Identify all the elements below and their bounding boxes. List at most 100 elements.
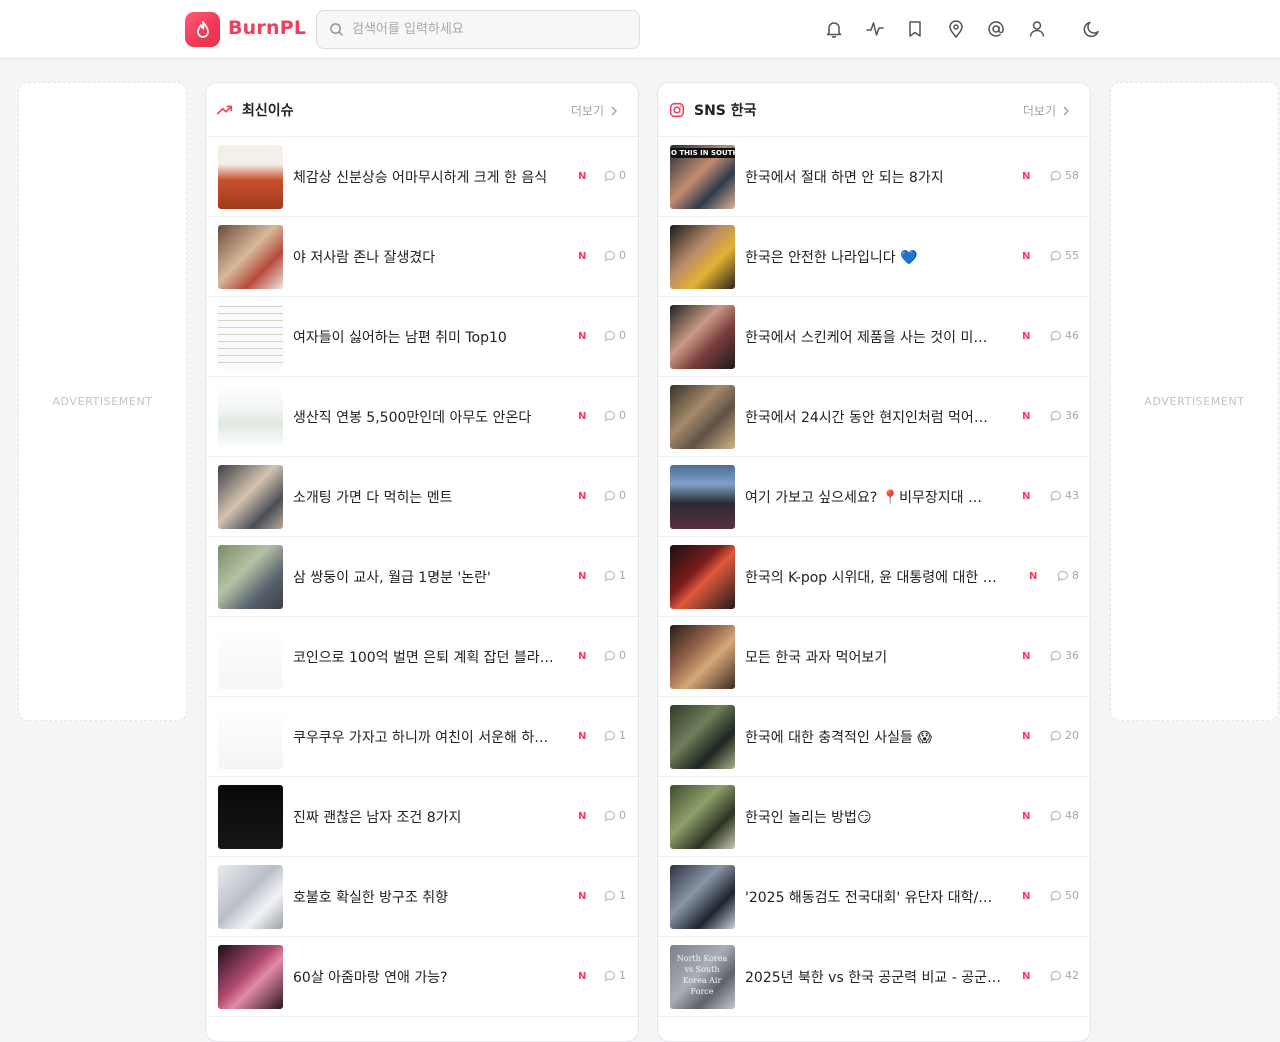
post-title[interactable]: 한국에서 절대 하면 안 되는 8가지 [745,167,1017,187]
list-item[interactable]: 한국에서 스킨케어 제품을 사는 것이 미… N 46 [658,297,1090,377]
comment-count-value: 58 [1065,169,1079,182]
post-title[interactable]: 한국에서 24시간 동안 현지인처럼 먹어… [745,407,1017,427]
new-badge: N [578,571,587,582]
list-item[interactable]: '2025 해동검도 전국대회' 유단자 대학/… N 50 [658,857,1090,937]
comment-count: 0 [604,329,626,342]
post-title[interactable]: 쿠우쿠우 가자고 하니까 여친이 서운해 하… [293,727,565,747]
post-title[interactable]: 체감상 신분상승 어마무시하게 크게 한 음식 [293,167,565,187]
list-item[interactable]: 여자들이 싫어하는 남편 취미 Top10 N 0 [206,297,638,377]
thumbnail-image[interactable] [670,464,735,529]
user-icon[interactable] [1026,18,1048,40]
comment-icon [604,170,615,182]
comment-count: 48 [1050,809,1079,822]
post-title[interactable]: 한국은 안전한 나라입니다 💙 [745,247,1017,267]
list-item[interactable]: 한국인 놀리는 방법😏 N 48 [658,777,1090,857]
post-title[interactable]: 호불호 확실한 방구조 취향 [293,887,565,907]
post-title[interactable]: 야 저사람 존나 잘생겼다 [293,247,565,267]
thumbnail-image[interactable] [218,304,283,369]
post-title[interactable]: 2025년 북한 vs 한국 공군력 비교 - 공군… [745,967,1017,987]
more-link[interactable]: 더보기 [1023,102,1070,119]
thumbnail-image[interactable] [218,704,283,769]
post-title[interactable]: 한국인 놀리는 방법😏 [745,807,1017,827]
post-title[interactable]: 모든 한국 과자 먹어보기 [745,647,1017,667]
thumbnail-image[interactable] [218,544,283,609]
post-title[interactable]: 한국에 대한 충격적인 사실들 😱 [745,727,1017,747]
more-link[interactable]: 더보기 [571,102,618,119]
thumbnail-image[interactable] [218,464,283,529]
list-item[interactable]: 야 저사람 존나 잘생겼다 N 0 [206,217,638,297]
list-item[interactable]: 생산직 연봉 5,500만인데 아무도 안온다 N 0 [206,377,638,457]
thumbnail-image[interactable]: North Korea vs South Korea Air Force [670,944,735,1009]
advertisement-left[interactable]: ADVERTISEMENT [18,82,187,721]
list-item[interactable]: 한국은 안전한 나라입니다 💙 N 55 [658,217,1090,297]
post-title[interactable]: 생산직 연봉 5,500만인데 아무도 안온다 [293,407,565,427]
bookmark-icon[interactable] [904,18,926,40]
logo-text[interactable]: BurnPL [228,17,306,39]
comment-count-value: 36 [1065,649,1079,662]
map-pin-icon[interactable] [945,18,967,40]
post-title[interactable]: 여자들이 싫어하는 남편 취미 Top10 [293,327,565,347]
comment-icon [1050,410,1061,422]
moon-icon[interactable] [1081,18,1103,40]
thumbnail-image[interactable] [218,224,283,289]
new-badge: N [578,251,587,262]
post-title[interactable]: 진짜 괜찮은 남자 조건 8가지 [293,807,565,827]
thumbnail-image[interactable]: O THIS IN SOUTH KO [670,144,735,209]
post-title[interactable]: 한국에서 스킨케어 제품을 사는 것이 미… [745,327,1017,347]
bell-icon[interactable] [823,18,845,40]
new-badge: N [1022,971,1031,982]
activity-icon[interactable] [864,18,886,40]
thumbnail-image[interactable] [670,224,735,289]
latest-issues-panel: 최신이슈 더보기 체감상 신분상승 어마무시하게 크게 한 음식 N 0 야 저사람 … [205,82,639,1042]
comment-count-value: 43 [1065,489,1079,502]
advertisement-right[interactable]: ADVERTISEMENT [1110,82,1279,721]
new-badge: N [1022,331,1031,342]
thumbnail-image[interactable] [218,624,283,689]
list-item[interactable]: 60살 아줌마랑 연애 가능? N 1 [206,937,638,1017]
search-input[interactable] [352,22,612,37]
thumbnail-image[interactable] [670,624,735,689]
thumbnail-image[interactable] [670,544,735,609]
thumbnail-image[interactable] [670,704,735,769]
post-title[interactable]: 60살 아줌마랑 연애 가능? [293,967,565,987]
post-title[interactable]: 여기 가보고 싶으세요? 📍비무장지대 … [745,487,1017,507]
post-title[interactable]: 코인으로 100억 벌면 은퇴 계획 잡던 블라… [293,647,565,667]
list-item[interactable]: 모든 한국 과자 먹어보기 N 36 [658,617,1090,697]
post-title[interactable]: 삼 쌍둥이 교사, 월급 1명분 '논란' [293,567,565,587]
list-item[interactable]: 코인으로 100억 벌면 은퇴 계획 잡던 블라… N 0 [206,617,638,697]
list-item[interactable]: 호불호 확실한 방구조 취향 N 1 [206,857,638,937]
list-item[interactable]: 진짜 괜찮은 남자 조건 8가지 N 0 [206,777,638,857]
search-box[interactable] [316,10,640,49]
new-badge: N [578,331,587,342]
thumbnail-image[interactable] [670,384,735,449]
new-badge: N [578,651,587,662]
list-item[interactable]: 쿠우쿠우 가자고 하니까 여친이 서운해 하… N 1 [206,697,638,777]
thumbnail-image[interactable] [670,304,735,369]
post-title[interactable]: 소개팅 가면 다 먹히는 멘트 [293,487,565,507]
thumbnail-image[interactable] [218,384,283,449]
post-title[interactable]: '2025 해동검도 전국대회' 유단자 대학/… [745,887,1017,907]
thumbnail-image[interactable] [218,784,283,849]
post-title[interactable]: 한국의 K-pop 시위대, 윤 대통령에 대한 … [745,567,1013,587]
logo-flame-icon[interactable] [185,12,220,47]
comment-count: 1 [604,889,626,902]
thumbnail-image[interactable] [218,864,283,929]
list-item[interactable]: North Korea vs South Korea Air Force 2025… [658,937,1090,1017]
comment-icon [604,490,615,502]
thumbnail-image[interactable] [218,944,283,1009]
list-item[interactable]: 한국에서 24시간 동안 현지인처럼 먹어… N 36 [658,377,1090,457]
comment-count: 1 [604,969,626,982]
list-item[interactable]: 한국에 대한 충격적인 사실들 😱 N 20 [658,697,1090,777]
panel-header: 최신이슈 더보기 [206,83,638,137]
panel-header: SNS 한국 더보기 [658,83,1090,137]
list-item[interactable]: 여기 가보고 싶으세요? 📍비무장지대 … N 43 [658,457,1090,537]
thumbnail-image[interactable] [670,864,735,929]
thumbnail-image[interactable] [670,784,735,849]
list-item[interactable]: 체감상 신분상승 어마무시하게 크게 한 음식 N 0 [206,137,638,217]
at-icon[interactable] [985,18,1007,40]
list-item[interactable]: 소개팅 가면 다 먹히는 멘트 N 0 [206,457,638,537]
list-item[interactable]: 한국의 K-pop 시위대, 윤 대통령에 대한 … N 8 [658,537,1090,617]
list-item[interactable]: 삼 쌍둥이 교사, 월급 1명분 '논란' N 1 [206,537,638,617]
list-item[interactable]: O THIS IN SOUTH KO 한국에서 절대 하면 안 되는 8가지 N 58 [658,137,1090,217]
thumbnail-image[interactable] [218,144,283,209]
